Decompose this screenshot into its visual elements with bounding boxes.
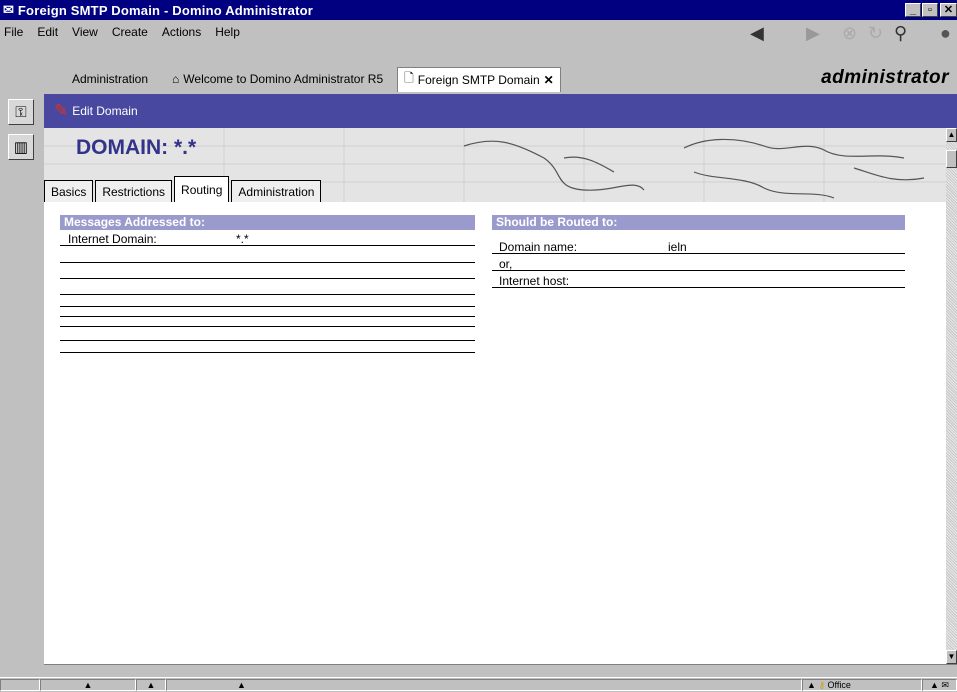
pencil-icon: ✎ — [54, 101, 69, 120]
domain-value: *.* — [174, 136, 197, 159]
location-label: Office — [827, 680, 851, 690]
menu-view[interactable]: View — [65, 25, 105, 39]
home-icon: ⌂ — [172, 72, 180, 86]
field-label: or, — [499, 257, 513, 271]
domain-name-row: Domain name: ieln — [492, 240, 905, 254]
chevron-up-icon: ▲ — [807, 680, 816, 690]
tab-foreign-smtp-domain[interactable]: 🗋 Foreign SMTP Domain ✕ — [397, 66, 561, 92]
key-icon: ⚷ — [818, 680, 826, 690]
location-selector[interactable]: ▲ ⚷ Office — [802, 679, 922, 691]
divider — [60, 294, 475, 295]
vertical-scrollbar[interactable]: ▲ ▼ — [946, 128, 957, 664]
section-header-right: Should be Routed to: — [492, 215, 905, 230]
tab-label: Administration — [72, 72, 149, 86]
menu-create[interactable]: Create — [105, 25, 155, 39]
tab-administration[interactable]: Administration — [44, 68, 158, 90]
status-bar: ▲ ▲ ▲ ▲ ⚷ Office ▲ ✉ — [0, 677, 957, 692]
divider — [60, 326, 475, 327]
close-window-button[interactable]: ✕ — [940, 3, 957, 17]
divider — [60, 352, 475, 353]
internet-domain-field[interactable]: *.* — [236, 232, 249, 246]
menu-edit[interactable]: Edit — [30, 25, 65, 39]
search-icon[interactable]: ⚲ — [894, 24, 907, 42]
databases-icon[interactable]: ▥ — [8, 134, 34, 160]
internet-domain-row: Internet Domain: *.* — [60, 232, 475, 246]
domain-name-field[interactable]: ieln — [668, 240, 687, 254]
minimize-button[interactable]: _ — [905, 3, 921, 17]
field-label: Internet Domain: — [68, 232, 157, 246]
title-bar: ✉ Foreign SMTP Domain - Domino Administr… — [0, 0, 957, 20]
maximize-button[interactable]: ▫ — [922, 3, 938, 17]
app-icon: ✉ — [3, 2, 14, 17]
scroll-down-button[interactable]: ▼ — [946, 650, 957, 664]
menu-actions[interactable]: Actions — [155, 25, 208, 39]
divider — [60, 262, 475, 263]
action-bar: ✎ Edit Domain — [44, 94, 957, 128]
bottom-edge — [44, 664, 957, 678]
scroll-up-button[interactable]: ▲ — [946, 128, 957, 142]
stop-icon[interactable]: ⊗ — [842, 24, 857, 42]
tab-label: Welcome to Domino Administrator R5 — [183, 72, 384, 86]
tab-welcome[interactable]: ⌂ Welcome to Domino Administrator R5 — [162, 68, 393, 90]
menu-help[interactable]: Help — [208, 25, 247, 39]
tab-administration-form[interactable]: Administration — [231, 180, 322, 202]
mail-indicator[interactable]: ▲ ✉ — [922, 679, 957, 691]
divider — [60, 340, 475, 341]
tab-restrictions[interactable]: Restrictions — [95, 180, 173, 202]
close-tab-icon[interactable]: ✕ — [544, 73, 554, 87]
tab-routing[interactable]: Routing — [174, 176, 230, 202]
arrow-right-icon[interactable]: ▶ — [806, 24, 820, 42]
edit-domain-button[interactable]: Edit Domain — [72, 104, 137, 118]
tab-label: Foreign SMTP Domain — [417, 72, 540, 87]
document-icon: 🗋 — [404, 71, 414, 85]
form-tabs: Basics Restrictions Routing Administrati… — [44, 174, 323, 202]
section-header-left: Messages Addressed to: — [60, 215, 475, 230]
form-banner: DOMAIN: *.* Basics Restrictions Routing … — [44, 128, 946, 202]
divider — [60, 316, 475, 317]
window-title: Foreign SMTP Domain - Domino Administrat… — [17, 2, 314, 18]
arrow-left-icon[interactable]: ◀ — [750, 24, 764, 42]
menu-file[interactable]: File — [0, 25, 30, 39]
form-content: Messages Addressed to: Internet Domain: … — [44, 202, 946, 664]
status-dropdown[interactable]: ▲ — [40, 679, 136, 691]
field-label: Domain name: — [499, 240, 578, 254]
page-title: DOMAIN: *.* — [76, 136, 196, 160]
window-tabs: Administration ⌂ Welcome to Domino Admin… — [44, 64, 565, 94]
divider — [60, 278, 475, 279]
bookmark-bar: ⚿ ▥ — [0, 94, 44, 678]
status-segment — [0, 679, 40, 691]
field-label: Internet host: — [499, 274, 570, 288]
tab-basics[interactable]: Basics — [44, 180, 94, 202]
domain-heading: DOMAIN: — [76, 136, 169, 159]
brand-label: administrator — [821, 67, 949, 88]
or-row: or, — [492, 257, 905, 271]
bookmark-icon[interactable]: ⚿ — [8, 99, 34, 125]
divider — [60, 306, 475, 307]
globe-icon[interactable]: ● — [940, 24, 951, 42]
scroll-thumb[interactable] — [946, 150, 957, 168]
status-dropdown[interactable]: ▲ — [136, 679, 166, 691]
status-message[interactable]: ▲ — [166, 679, 802, 691]
refresh-icon[interactable]: ↻ — [868, 24, 883, 42]
internet-host-row: Internet host: — [492, 274, 905, 288]
